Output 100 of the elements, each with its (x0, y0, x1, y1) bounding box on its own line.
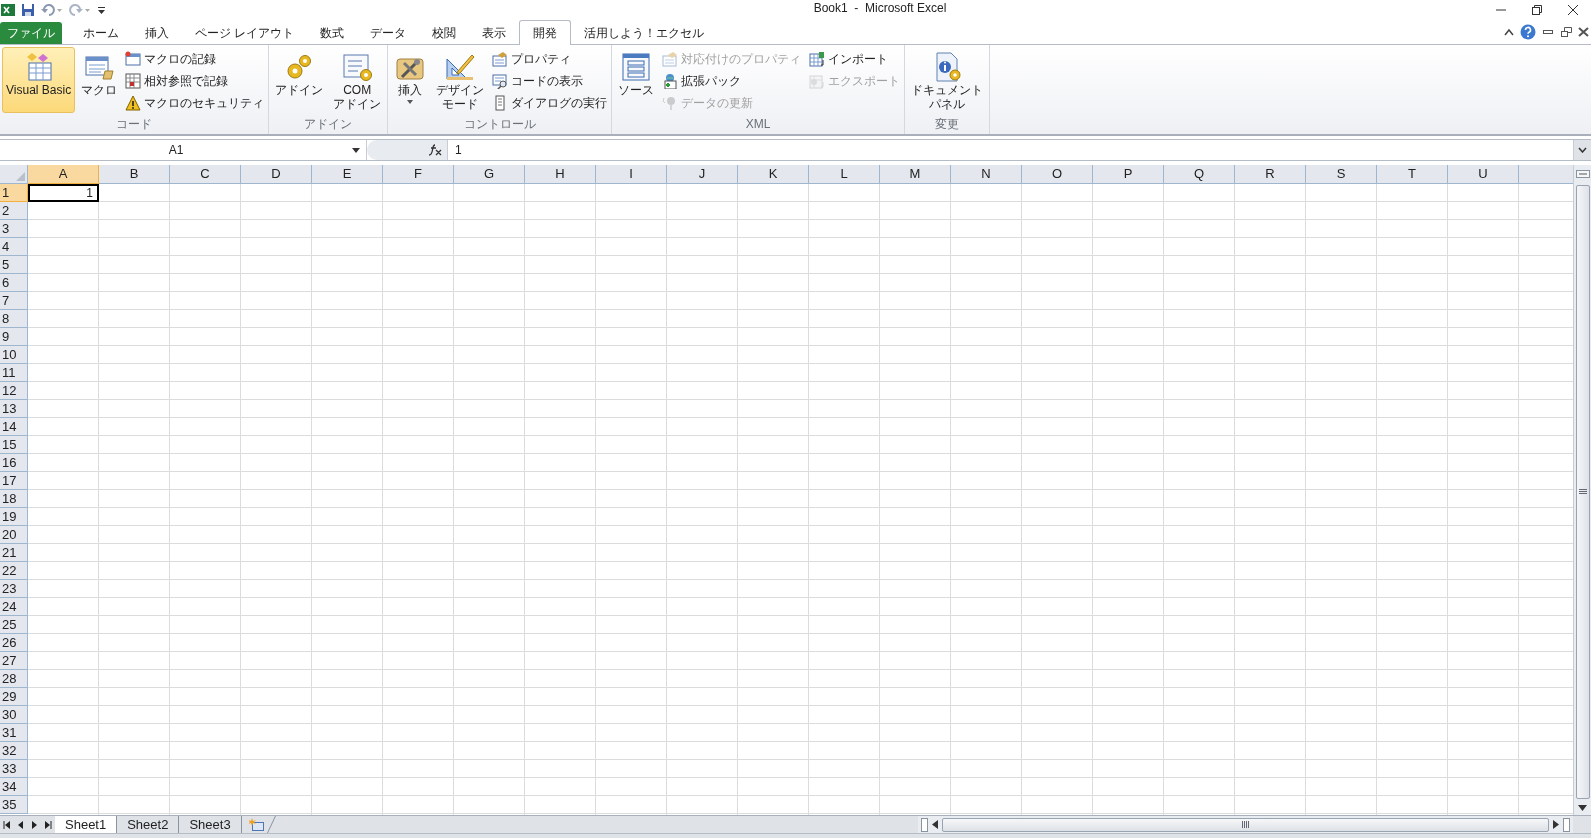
restore-icon[interactable] (1531, 4, 1543, 16)
save-icon[interactable] (21, 3, 35, 17)
row-header[interactable]: 7 (0, 292, 28, 310)
scroll-thumb[interactable] (1575, 185, 1590, 799)
minimize-workbook-icon[interactable] (1542, 27, 1554, 37)
row-header[interactable]: 26 (0, 634, 28, 652)
ribbon-tab[interactable]: ホーム (70, 21, 132, 44)
scroll-right-icon[interactable] (1553, 820, 1559, 829)
column-header[interactable]: G (454, 165, 525, 184)
ribbon-button[interactable]: マクロ (77, 47, 122, 113)
column-header[interactable]: P (1093, 165, 1164, 184)
dropdown-icon[interactable] (352, 147, 360, 153)
column-header[interactable]: D (241, 165, 312, 184)
row-header[interactable]: 35 (0, 796, 28, 814)
row-header[interactable]: 12 (0, 382, 28, 400)
ribbon-button[interactable]: マクロの記録 (123, 48, 267, 70)
ribbon-tab[interactable]: 活用しよう！エクセル (571, 21, 718, 44)
excel-logo-icon[interactable] (1, 3, 15, 17)
ribbon-button[interactable]: デザイン モード (432, 47, 489, 113)
function-icon[interactable] (428, 144, 442, 156)
column-header[interactable]: O (1022, 165, 1093, 184)
ribbon-button[interactable]: COM アドイン (329, 47, 386, 113)
row-header[interactable]: 29 (0, 688, 28, 706)
column-header[interactable]: R (1235, 165, 1306, 184)
row-header[interactable]: 20 (0, 526, 28, 544)
ribbon-button[interactable]: 相対参照で記録 (123, 70, 267, 92)
previous-sheet-icon[interactable] (18, 820, 24, 829)
expand-formula-button[interactable] (1573, 140, 1591, 160)
row-header[interactable]: 6 (0, 274, 28, 292)
split-handle-icon[interactable] (1575, 170, 1590, 178)
ribbon-tab[interactable]: 校閲 (419, 21, 470, 44)
sheet-tab[interactable]: Sheet1 (55, 816, 118, 833)
row-header[interactable]: 33 (0, 760, 28, 778)
row-header[interactable]: 31 (0, 724, 28, 742)
row-header[interactable]: 2 (0, 202, 28, 220)
column-header[interactable]: K (738, 165, 809, 184)
row-header[interactable]: 11 (0, 364, 28, 382)
row-header[interactable]: 34 (0, 778, 28, 796)
next-sheet-icon[interactable] (31, 820, 37, 829)
scroll-left-icon[interactable] (932, 820, 938, 829)
row-header[interactable]: 8 (0, 310, 28, 328)
scroll-down-icon[interactable] (1578, 805, 1587, 811)
column-header[interactable]: N (951, 165, 1022, 184)
restore-workbook-icon[interactable] (1560, 27, 1572, 37)
column-header[interactable]: S (1306, 165, 1377, 184)
column-header[interactable]: F (383, 165, 454, 184)
ribbon-tab[interactable]: 数式 (307, 21, 358, 44)
row-header[interactable]: 19 (0, 508, 28, 526)
row-header[interactable]: 15 (0, 436, 28, 454)
collapse-ribbon-icon[interactable] (1504, 28, 1514, 36)
column-header[interactable]: C (170, 165, 241, 184)
ribbon-button[interactable]: 拡張パック (660, 70, 804, 92)
row-header[interactable]: 10 (0, 346, 28, 364)
help-icon[interactable] (1520, 24, 1536, 40)
name-box[interactable]: A1 (0, 140, 367, 160)
column-header[interactable]: U (1448, 165, 1519, 184)
row-header[interactable]: 27 (0, 652, 28, 670)
ribbon-button[interactable]: プロパティ (490, 48, 610, 70)
row-header[interactable]: 1 (0, 184, 28, 202)
row-header[interactable]: 21 (0, 544, 28, 562)
row-header[interactable]: 14 (0, 418, 28, 436)
ribbon-button[interactable]: アドイン (271, 47, 328, 113)
scroll-thumb[interactable] (942, 817, 1549, 832)
ribbon-tab[interactable]: ファイル (0, 22, 62, 44)
row-header[interactable]: 5 (0, 256, 28, 274)
vertical-scrollbar[interactable] (1573, 165, 1591, 815)
row-header[interactable]: 4 (0, 238, 28, 256)
horizontal-scrollbar[interactable] (918, 816, 1573, 833)
ribbon-tab[interactable]: データ (357, 21, 420, 44)
split-handle[interactable] (921, 817, 928, 832)
first-sheet-icon[interactable] (3, 820, 11, 829)
column-header[interactable]: Q (1164, 165, 1235, 184)
row-header[interactable]: 3 (0, 220, 28, 238)
ribbon-button[interactable]: マクロのセキュリティ (123, 92, 267, 114)
row-header[interactable]: 18 (0, 490, 28, 508)
row-header[interactable]: 16 (0, 454, 28, 472)
row-header[interactable]: 13 (0, 400, 28, 418)
row-header[interactable]: 30 (0, 706, 28, 724)
last-sheet-icon[interactable] (44, 820, 52, 829)
split-handle[interactable] (1563, 817, 1570, 832)
column-header[interactable]: B (99, 165, 170, 184)
ribbon-button[interactable]: ダイアログの実行 (490, 92, 610, 114)
close-icon[interactable] (1567, 4, 1579, 16)
ribbon-button[interactable]: インポート (807, 48, 903, 70)
ribbon-tab[interactable]: ページ レイアウト (182, 21, 308, 44)
column-header[interactable]: E (312, 165, 383, 184)
column-header[interactable]: I (596, 165, 667, 184)
ribbon-button[interactable]: Visual Basic (2, 47, 76, 113)
ribbon-tab[interactable]: 開発 (519, 20, 572, 45)
row-header[interactable]: 32 (0, 742, 28, 760)
ribbon-button[interactable]: 挿入 (390, 47, 431, 113)
row-header[interactable]: 17 (0, 472, 28, 490)
row-header[interactable]: 28 (0, 670, 28, 688)
undo-icon[interactable] (41, 4, 63, 16)
column-header[interactable]: A (28, 165, 99, 184)
row-header[interactable]: 23 (0, 580, 28, 598)
ribbon-button[interactable]: コードの表示 (490, 70, 610, 92)
row-header[interactable]: 25 (0, 616, 28, 634)
column-header[interactable]: J (667, 165, 738, 184)
ribbon-button[interactable]: ドキュメント パネル (907, 47, 988, 113)
